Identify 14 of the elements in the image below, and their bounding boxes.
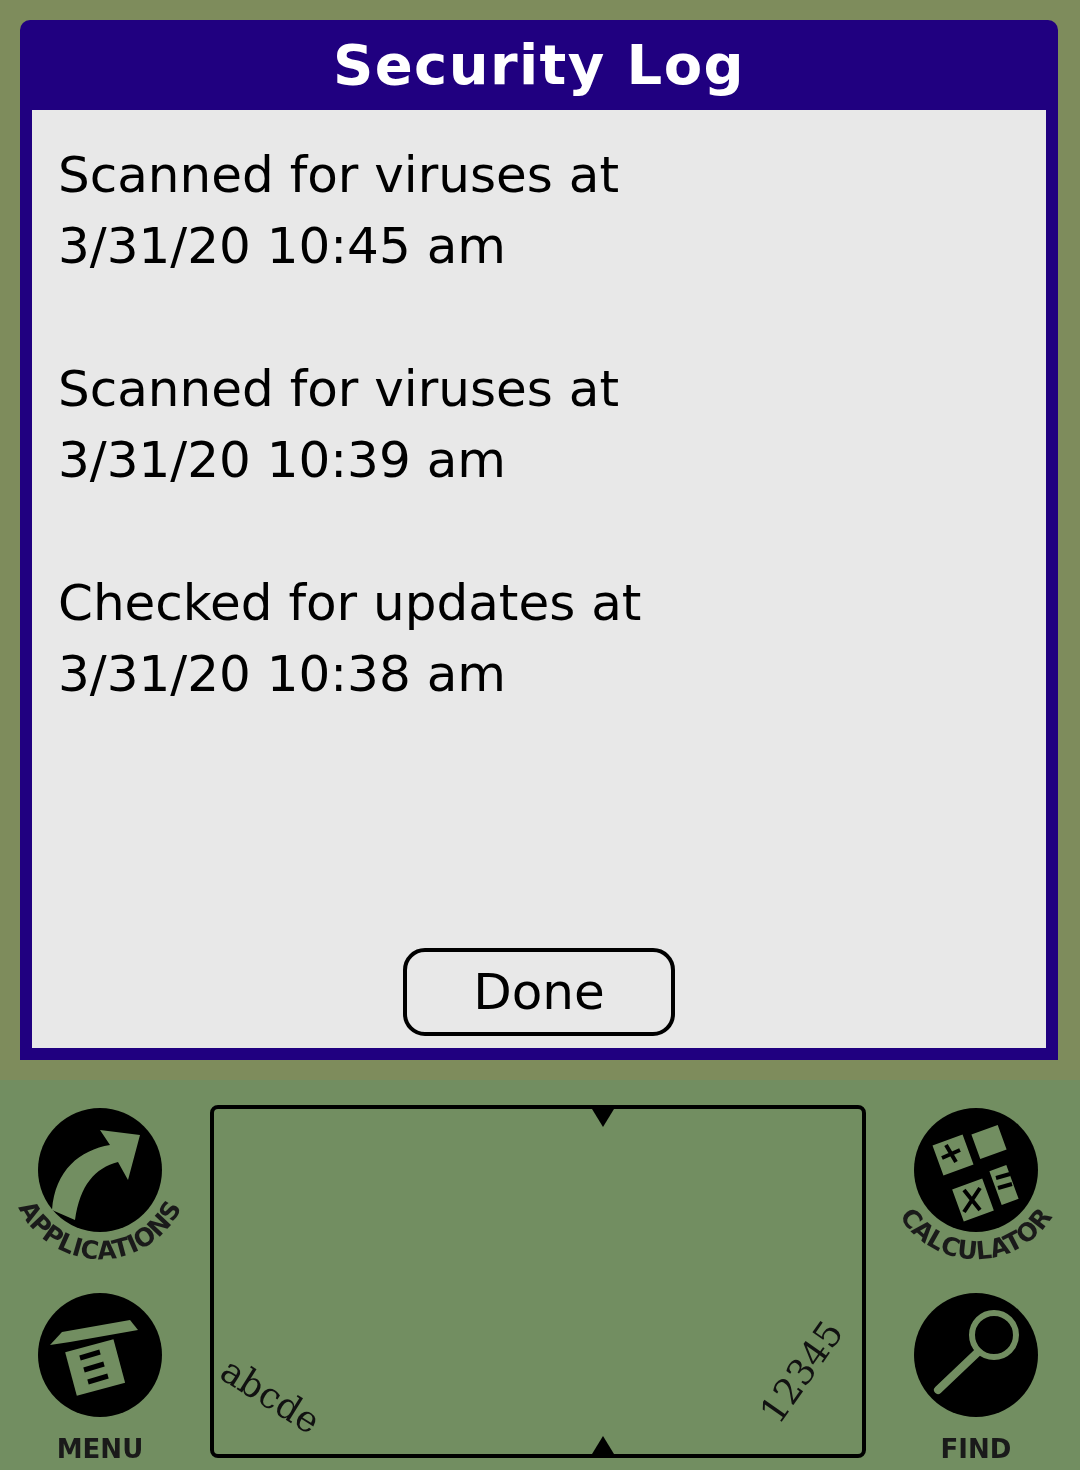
- search-icon: [914, 1293, 1038, 1417]
- log-entry-time: 3/31/20 10:38 am: [58, 644, 507, 705]
- divider-mark-icon: [592, 1109, 614, 1127]
- menu-icon: [38, 1293, 162, 1417]
- log-entry-action: Scanned for viruses at: [58, 359, 620, 420]
- log-entry-action: Checked for updates at: [58, 573, 643, 634]
- log-entry-action: Scanned for viruses at: [58, 145, 620, 206]
- menu-button[interactable]: MENU: [0, 1290, 200, 1470]
- log-entry-time: 3/31/20 10:45 am: [58, 216, 507, 277]
- done-button[interactable]: Done: [403, 948, 675, 1036]
- find-button[interactable]: FIND: [876, 1290, 1076, 1470]
- dialog-title: Security Log: [332, 31, 746, 99]
- divider-mark-icon: [592, 1436, 614, 1454]
- log-entry-time: 3/31/20 10:39 am: [58, 430, 507, 491]
